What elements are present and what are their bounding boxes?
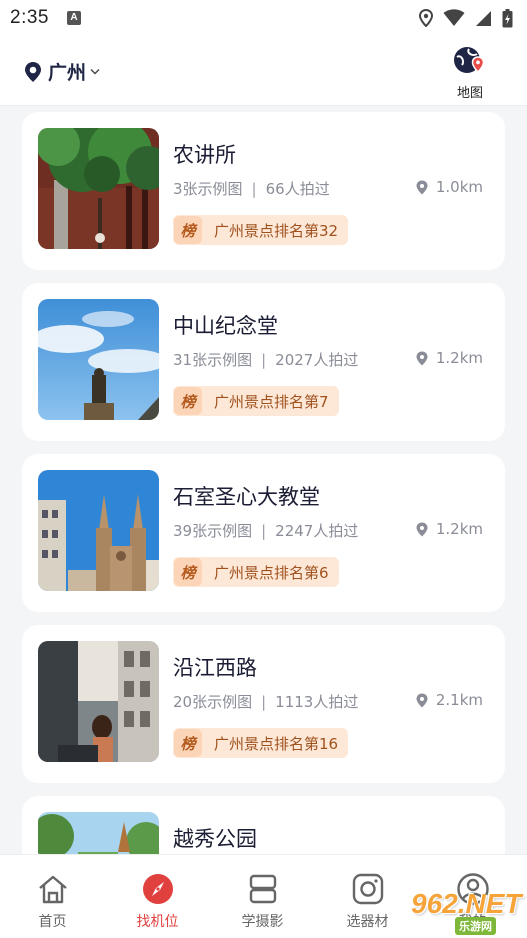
signal-icon [476,10,491,26]
meta-separator: | [261,350,267,369]
city-selector[interactable]: 广州 [24,58,100,85]
spot-photo [38,812,159,854]
rank-icon: 榜 [174,216,202,244]
accessibility-a-icon: A [66,11,81,25]
rank-icon: 榜 [174,558,202,586]
meta-separator: | [251,179,257,198]
meta-separator: | [261,692,267,711]
spot-meta: 20张示例图 | 1113人拍过 [173,691,358,712]
nav-find-spot[interactable]: 找机位 [105,855,210,938]
nav-label: 学摄影 [241,914,284,930]
spot-card[interactable]: 中山纪念堂 31张示例图 | 2027人拍过 1.2km 榜 广州景点排名第7 [22,283,505,441]
spot-meta: 39张示例图 | 2247人拍过 [173,520,358,541]
people-count: 2027人拍过 [275,351,359,369]
spot-card[interactable]: 沿江西路 20张示例图 | 1113人拍过 2.1km 榜 广州景点排名第16 [22,625,505,783]
spot-card[interactable]: 农讲所 3张示例图 | 66人拍过 1.0km 榜 广州景点排名第32 [22,112,505,270]
spot-distance: 1.0km [416,178,483,196]
location-pin-icon [416,522,428,536]
photo-count: 20张示例图 [173,693,253,711]
rank-badge: 榜 广州景点排名第32 [173,215,349,245]
status-time: 2:35 [10,7,49,28]
watermark-subtext: 乐游网 [455,917,496,935]
spot-card[interactable]: 越秀公园 [22,796,505,854]
map-label: 地图 [456,86,483,101]
watermark-text: 962.NET [411,888,522,919]
spot-name: 沿江西路 [173,656,257,680]
distance-value: 2.1km [435,691,483,709]
map-button[interactable]: 地图 [453,45,487,101]
spot-distance: 1.2km [416,520,483,538]
map-globe-icon [454,47,485,74]
nav-home[interactable]: 首页 [0,855,105,938]
meta-separator: | [261,521,267,540]
rank-text: 广州景点排名第7 [214,392,329,411]
spot-name: 越秀公园 [173,827,257,851]
book-icon [249,874,276,904]
city-name: 广州 [48,62,87,84]
spot-name: 农讲所 [173,143,236,167]
location-pin-icon [416,180,428,194]
rank-text: 广州景点排名第16 [214,734,339,753]
photo-count: 39张示例图 [173,522,253,540]
location-pin-icon [416,693,428,707]
spot-photo [38,470,159,591]
site-watermark: 962.NET 乐游网 [401,884,523,935]
spot-name: 石室圣心大教堂 [173,485,320,509]
spot-card[interactable]: 石室圣心大教堂 39张示例图 | 2247人拍过 1.2km 榜 广州景点排名第… [22,454,505,612]
battery-icon [502,8,513,27]
rank-icon: 榜 [174,729,202,757]
distance-value: 1.2km [435,349,483,367]
status-bar: 2:35 A [0,0,527,36]
people-count: 1113人拍过 [275,693,359,711]
header: 广州 地图 [0,36,527,106]
nav-learn[interactable]: 学摄影 [210,855,315,938]
spot-photo [38,641,159,762]
compass-icon [142,874,173,904]
chevron-down-icon [90,69,100,75]
rank-badge: 榜 广州景点排名第7 [173,386,339,416]
people-count: 66人拍过 [265,180,330,198]
rank-badge: 榜 广州景点排名第6 [173,557,339,587]
distance-value: 1.2km [435,520,483,538]
home-icon [38,875,67,904]
spot-distance: 2.1km [416,691,483,709]
nav-label: 找机位 [136,914,179,930]
status-indicators [419,8,513,28]
spot-list[interactable]: 农讲所 3张示例图 | 66人拍过 1.0km 榜 广州景点排名第32 中山纪念… [0,106,527,854]
nav-label: 首页 [38,914,67,930]
camera-icon [352,873,383,905]
wifi-icon [443,9,465,26]
spot-meta: 3张示例图 | 66人拍过 [173,178,330,199]
photo-count: 31张示例图 [173,351,253,369]
photo-count: 3张示例图 [173,180,243,198]
rank-badge: 榜 广州景点排名第16 [173,728,349,758]
distance-value: 1.0km [435,178,483,196]
people-count: 2247人拍过 [275,522,359,540]
spot-name: 中山纪念堂 [173,314,278,338]
spot-distance: 1.2km [416,349,483,367]
spot-meta: 31张示例图 | 2027人拍过 [173,349,358,370]
spot-photo [38,299,159,420]
rank-icon: 榜 [174,387,202,415]
location-status-icon [419,9,433,27]
location-pin-icon [416,351,428,365]
rank-text: 广州景点排名第6 [214,563,329,582]
rank-text: 广州景点排名第32 [214,221,339,240]
location-pin-icon [25,61,41,82]
spot-photo [38,128,159,249]
